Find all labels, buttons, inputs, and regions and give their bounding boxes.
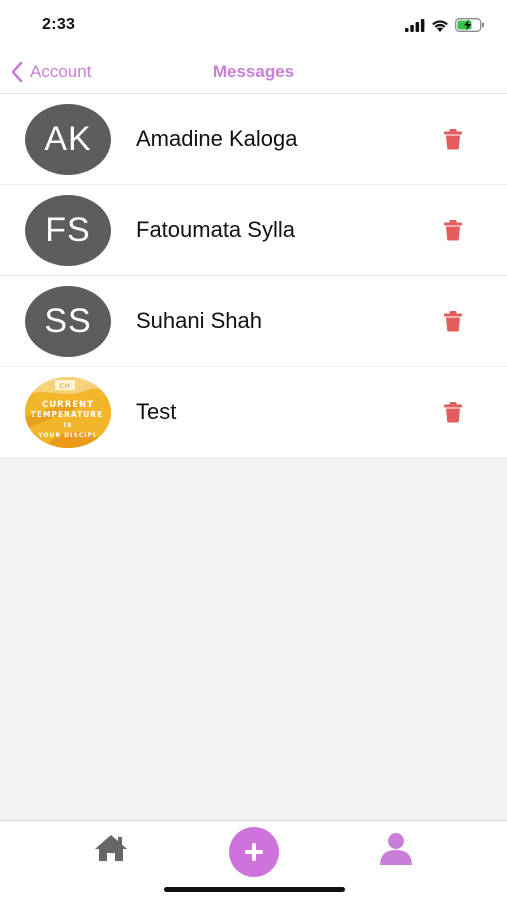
cellular-signal-icon	[405, 18, 425, 32]
conversation-row[interactable]: FS Fatoumata Sylla	[0, 185, 507, 276]
messages-screen: 2:33 Account Messages AK Amadine Kaloga …	[0, 0, 507, 900]
profile-icon[interactable]	[378, 831, 414, 865]
avatar-image: CH CURRENT TEMPERATURE IS YOUR DISCIPL	[25, 377, 111, 448]
conversation-row[interactable]: CH CURRENT TEMPERATURE IS YOUR DISCIPL T…	[0, 367, 507, 458]
battery-charging-icon	[455, 18, 484, 32]
conversation-row[interactable]: AK Amadine Kaloga	[0, 94, 507, 185]
trash-icon[interactable]	[442, 128, 464, 150]
conversation-list: AK Amadine Kaloga FS Fatoumata Sylla SS	[0, 94, 507, 458]
avatar: SS	[25, 286, 111, 357]
conversation-row[interactable]: SS Suhani Shah	[0, 276, 507, 367]
home-icon[interactable]	[93, 833, 129, 863]
contact-name: Amadine Kaloga	[136, 126, 298, 151]
svg-text:CURRENT: CURRENT	[42, 400, 94, 410]
trash-icon[interactable]	[442, 310, 464, 332]
contact-name: Test	[136, 399, 177, 424]
home-indicator	[164, 887, 345, 892]
contact-name: Suhani Shah	[136, 308, 262, 333]
plus-icon	[245, 843, 263, 861]
temperature-poster-image: CH CURRENT TEMPERATURE IS YOUR DISCIPL	[25, 377, 111, 448]
avatar-initials: SS	[44, 302, 92, 340]
status-bar: 2:33	[0, 0, 507, 50]
tab-bar	[0, 820, 507, 900]
trash-icon[interactable]	[442, 401, 464, 423]
add-button[interactable]	[229, 827, 279, 877]
status-icons	[405, 17, 485, 33]
avatar-initials: FS	[45, 211, 91, 249]
svg-text:TEMPERATURE: TEMPERATURE	[31, 410, 103, 419]
avatar-initials: AK	[44, 120, 92, 158]
contact-name: Fatoumata Sylla	[136, 217, 295, 242]
avatar: FS	[25, 195, 111, 266]
page-title: Messages	[212, 62, 295, 81]
avatar: AK	[25, 104, 111, 175]
status-time: 2:33	[42, 16, 76, 33]
svg-text:YOUR DISCIPL: YOUR DISCIPL	[37, 432, 97, 439]
wifi-icon	[432, 19, 448, 32]
trash-icon[interactable]	[442, 219, 464, 241]
navigation-bar: Account Messages	[0, 50, 507, 94]
svg-text:CH: CH	[60, 383, 71, 390]
svg-text:IS: IS	[63, 421, 72, 429]
